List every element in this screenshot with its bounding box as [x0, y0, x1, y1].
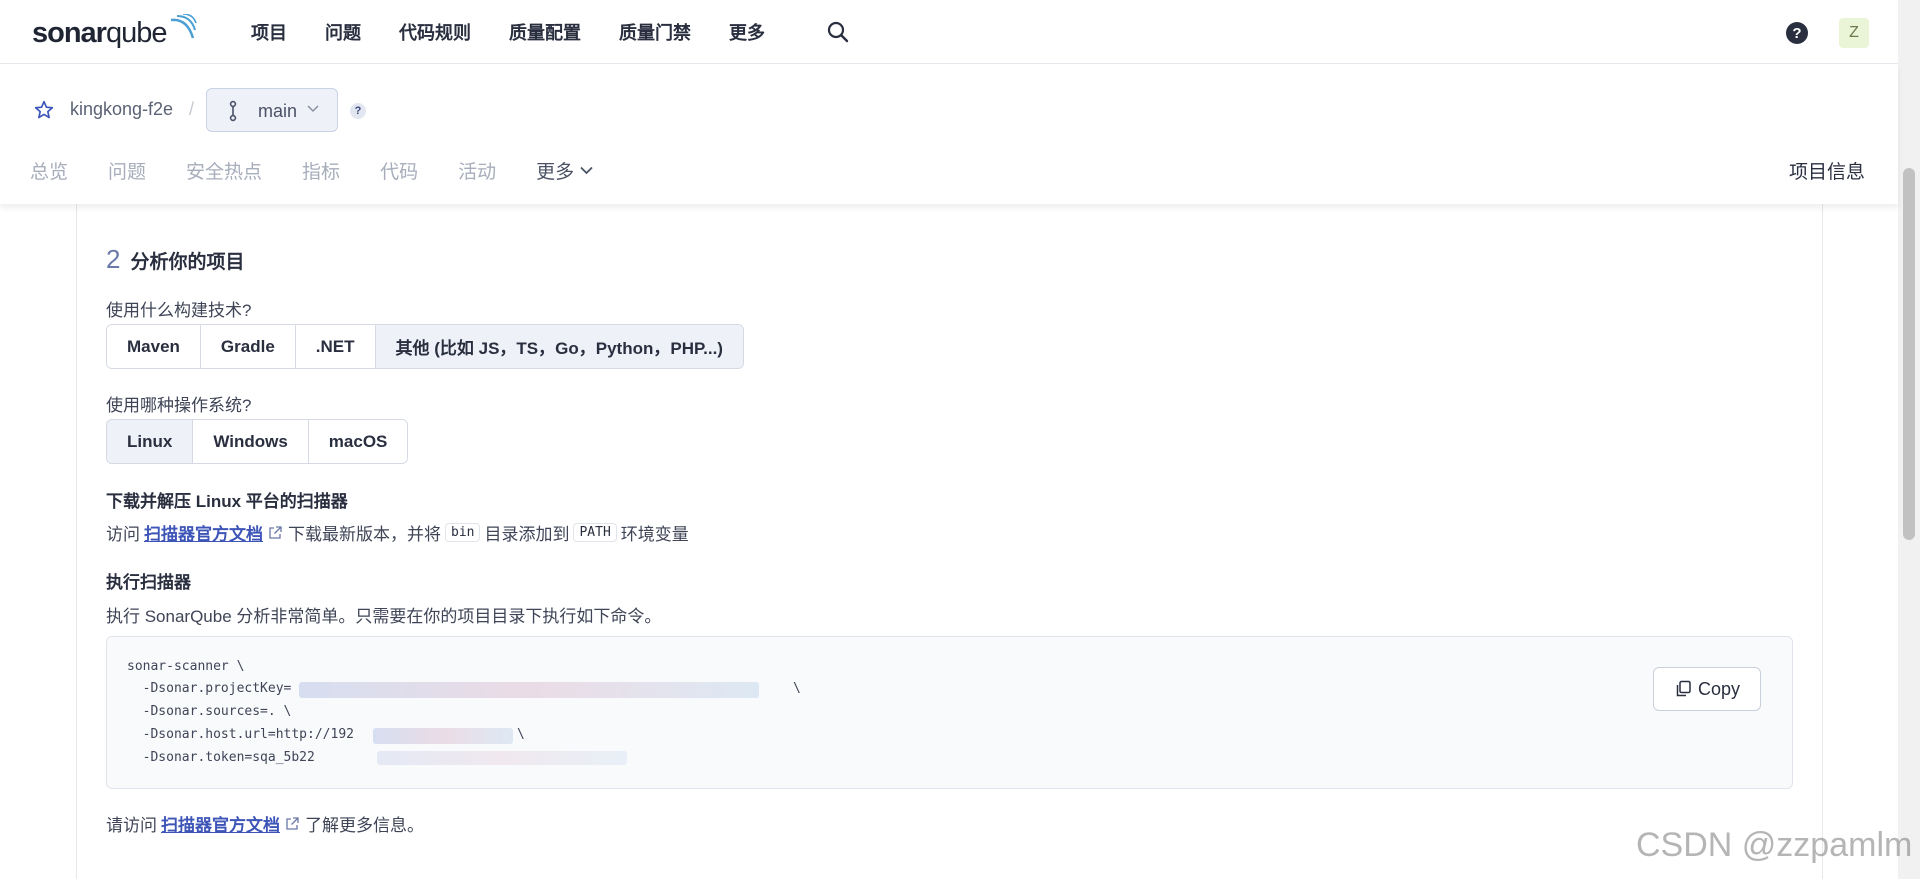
- os-option-linux[interactable]: Linux: [107, 420, 194, 463]
- sonarqube-logo[interactable]: sonarqube: [32, 10, 197, 50]
- step-title: 2 分析你的项目: [106, 244, 244, 275]
- step-number: 2: [106, 244, 121, 274]
- external-link-icon: [286, 816, 299, 830]
- redacted-project-key: [299, 682, 759, 698]
- top-navbar: sonarqube 项目 问题 代码规则 质量配置 质量门禁 更多 ? Z: [0, 0, 1898, 64]
- tab-overview[interactable]: 总览: [30, 157, 68, 184]
- project-header: kingkong-f2e / main ? 总览 问题 安全热点 指标 代码 活…: [0, 64, 1898, 204]
- tab-more[interactable]: 更多: [536, 157, 593, 184]
- project-tabs: 总览 问题 安全热点 指标 代码 活动 更多: [30, 157, 633, 184]
- nav-quality-profiles[interactable]: 质量配置: [509, 19, 581, 45]
- build-option-dotnet[interactable]: .NET: [295, 325, 376, 368]
- branch-help-icon[interactable]: ?: [350, 103, 366, 119]
- os-option-windows[interactable]: Windows: [193, 420, 309, 463]
- os-toggle: Linux Windows macOS: [106, 419, 409, 464]
- download-heading: 下载并解压 Linux 平台的扫描器: [106, 492, 348, 511]
- logo-text-light: qube: [105, 17, 168, 49]
- command-code-block: sonar-scanner \ -Dsonar.projectKey= \ -D…: [106, 636, 1793, 789]
- bin-code: bin: [445, 523, 481, 542]
- code-line-2: -Dsonar.projectKey=: [127, 681, 292, 696]
- scanner-docs-link[interactable]: 扫描器官方文档: [144, 520, 282, 545]
- footer-docs-link[interactable]: 扫描器官方文档: [161, 811, 299, 836]
- code-line-2-tail: \: [793, 681, 801, 696]
- nav-projects[interactable]: 项目: [251, 19, 287, 45]
- search-icon[interactable]: [826, 20, 850, 44]
- chevron-down-icon: [307, 105, 319, 113]
- download-prefix: 访问: [106, 525, 140, 544]
- step-heading: 分析你的项目: [130, 252, 245, 273]
- code-line-5: -Dsonar.token=sqa_5b22: [127, 750, 315, 765]
- download-suffix: 环境变量: [620, 525, 689, 544]
- nav-more[interactable]: 更多: [729, 19, 765, 45]
- os-option-macos[interactable]: macOS: [308, 420, 408, 463]
- external-link-icon: [269, 525, 282, 539]
- scrollbar-thumb[interactable]: [1903, 168, 1915, 540]
- os-question: 使用哪种操作系统?: [106, 396, 252, 415]
- user-avatar[interactable]: Z: [1839, 18, 1869, 48]
- download-middle: 下载最新版本，并将: [288, 525, 441, 544]
- build-option-maven[interactable]: Maven: [107, 325, 201, 368]
- build-option-gradle[interactable]: Gradle: [200, 325, 296, 368]
- code-line-1: sonar-scanner \: [127, 659, 245, 674]
- redacted-token: [377, 751, 627, 765]
- breadcrumb-separator: /: [189, 99, 195, 119]
- download-instructions: 访问 扫描器官方文档 下载最新版本，并将 bin 目录添加到 PATH 环境变量: [106, 520, 689, 545]
- tab-code[interactable]: 代码: [380, 157, 418, 184]
- run-scanner-description: 执行 SonarQube 分析非常简单。只需要在你的项目目录下执行如下命令。: [106, 607, 662, 626]
- logo-arc-icon: [170, 14, 197, 39]
- tab-activity[interactable]: 活动: [458, 157, 496, 184]
- logo-text-bold: sonar: [32, 17, 107, 49]
- tab-more-label: 更多: [536, 162, 575, 183]
- build-tech-toggle: Maven Gradle .NET 其他 (比如 JS，TS，Go，Python…: [106, 324, 744, 369]
- code-line-4: -Dsonar.host.url=http://192: [127, 727, 354, 742]
- footer-note: 请访问 扫描器官方文档 了解更多信息。: [106, 811, 424, 836]
- star-icon[interactable]: [34, 100, 54, 120]
- copy-button-label: Copy: [1697, 678, 1741, 699]
- branch-icon: [229, 100, 237, 122]
- branch-label: main: [258, 101, 298, 121]
- build-question: 使用什么构建技术?: [106, 301, 252, 320]
- nav-rules[interactable]: 代码规则: [399, 19, 471, 45]
- page-scrollbar[interactable]: [1898, 0, 1920, 879]
- code-line-3: -Dsonar.sources=. \: [127, 704, 292, 719]
- copy-button[interactable]: Copy: [1653, 667, 1761, 711]
- nav-quality-gates[interactable]: 质量门禁: [619, 19, 691, 45]
- scanner-docs-link-label: 扫描器官方文档: [144, 525, 263, 544]
- footer-prefix: 请访问: [106, 816, 157, 835]
- footer-docs-link-label: 扫描器官方文档: [161, 816, 280, 835]
- run-scanner-heading: 执行扫描器: [106, 573, 191, 592]
- branch-selector[interactable]: main: [206, 88, 338, 132]
- project-name[interactable]: kingkong-f2e: [70, 99, 173, 120]
- nav-issues[interactable]: 问题: [325, 19, 361, 45]
- download-middle2: 目录添加到: [484, 525, 570, 544]
- project-information-link[interactable]: 项目信息: [1789, 157, 1865, 184]
- help-icon[interactable]: ?: [1786, 22, 1808, 44]
- chevron-down-icon: [580, 166, 593, 175]
- path-code: PATH: [573, 523, 617, 542]
- main-nav: 项目 问题 代码规则 质量配置 质量门禁 更多: [251, 0, 803, 64]
- copy-icon: [1676, 680, 1691, 697]
- tab-security-hotspots[interactable]: 安全热点: [186, 157, 262, 184]
- footer-suffix: 了解更多信息。: [305, 816, 424, 835]
- tab-issues[interactable]: 问题: [108, 157, 146, 184]
- tab-measures[interactable]: 指标: [302, 157, 340, 184]
- redacted-host-url: [373, 728, 513, 744]
- build-option-other[interactable]: 其他 (比如 JS，TS，Go，Python，PHP...): [375, 325, 743, 368]
- code-line-4-tail: \: [517, 727, 525, 742]
- csdn-watermark: CSDN @zzpamlm: [1636, 826, 1913, 864]
